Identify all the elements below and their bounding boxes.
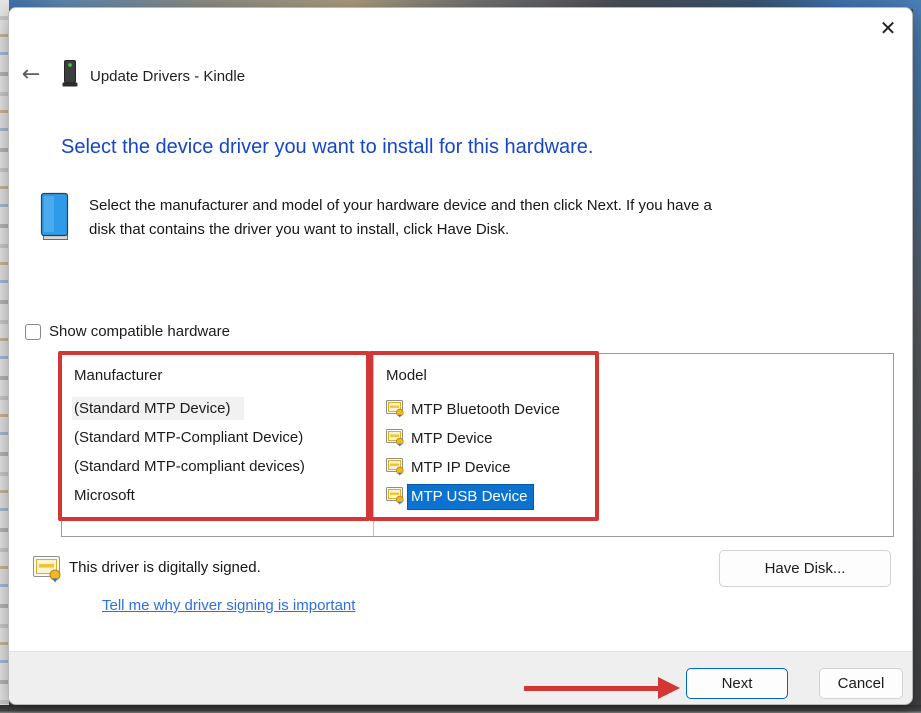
manufacturer-item-label[interactable]: (Standard MTP-Compliant Device) xyxy=(74,429,303,446)
model-header: Model xyxy=(386,363,893,395)
model-item[interactable]: MTP Bluetooth Device xyxy=(386,395,893,424)
update-drivers-dialog: ✕ ← Update Drivers - Kindle Select the d… xyxy=(8,7,913,705)
instruction-line-1: Select the manufacturer and model of you… xyxy=(89,194,879,218)
manufacturer-column: Manufacturer (Standard MTP Device) (Stan… xyxy=(62,354,373,536)
model-item-label[interactable]: MTP Bluetooth Device xyxy=(408,398,566,422)
signed-status-text: This driver is digitally signed. xyxy=(69,559,261,576)
manufacturer-item[interactable]: (Standard MTP-compliant devices) xyxy=(74,453,373,482)
model-item-label[interactable]: MTP USB Device xyxy=(408,485,533,509)
instruction-line-2: disk that contains the driver you want t… xyxy=(89,218,879,242)
title-row: Update Drivers - Kindle xyxy=(61,59,245,94)
window-title: Update Drivers - Kindle xyxy=(90,68,245,85)
checkbox-unchecked-icon[interactable] xyxy=(25,324,41,340)
driver-list-box: Manufacturer (Standard MTP Device) (Stan… xyxy=(61,353,894,537)
manufacturer-header: Manufacturer xyxy=(74,363,373,395)
instruction-text: Select the manufacturer and model of you… xyxy=(89,194,879,242)
driver-certificate-icon xyxy=(386,458,405,480)
manufacturer-item[interactable]: (Standard MTP Device) xyxy=(74,395,373,424)
driver-certificate-icon xyxy=(386,400,405,422)
show-compatible-hardware-checkbox[interactable]: Show compatible hardware xyxy=(25,323,230,340)
close-icon[interactable]: ✕ xyxy=(874,14,902,42)
model-item-selected[interactable]: MTP USB Device xyxy=(386,482,893,511)
model-item-label[interactable]: MTP Device xyxy=(408,427,498,451)
model-item[interactable]: MTP IP Device xyxy=(386,453,893,482)
cancel-button[interactable]: Cancel xyxy=(819,668,903,699)
hardware-device-icon xyxy=(38,192,72,247)
next-button[interactable]: Next xyxy=(686,668,788,699)
manufacturer-item[interactable]: Microsoft xyxy=(74,482,373,511)
device-icon xyxy=(61,59,79,94)
model-item[interactable]: MTP Device xyxy=(386,424,893,453)
desktop-strip-bottom xyxy=(0,705,921,713)
driver-certificate-icon xyxy=(386,429,405,451)
manufacturer-item[interactable]: (Standard MTP-Compliant Device) xyxy=(74,424,373,453)
driver-signing-link[interactable]: Tell me why driver signing is important xyxy=(102,597,355,614)
manufacturer-item-label[interactable]: Microsoft xyxy=(74,487,135,504)
screenshot-stage: ✕ ← Update Drivers - Kindle Select the d… xyxy=(0,0,921,713)
digitally-signed-icon xyxy=(33,556,63,588)
manufacturer-item-label[interactable]: (Standard MTP Device) xyxy=(72,397,244,420)
page-heading: Select the device driver you want to ins… xyxy=(61,136,593,159)
driver-certificate-icon xyxy=(386,487,405,509)
checkbox-label: Show compatible hardware xyxy=(49,323,230,340)
model-column: Model MTP Bluetooth Device xyxy=(374,354,893,536)
back-arrow-icon[interactable]: ← xyxy=(17,61,45,89)
model-item-label[interactable]: MTP IP Device xyxy=(408,456,516,480)
desktop-strip-right xyxy=(913,0,921,713)
manufacturer-item-label[interactable]: (Standard MTP-compliant devices) xyxy=(74,458,305,475)
have-disk-button[interactable]: Have Disk... xyxy=(719,550,891,587)
